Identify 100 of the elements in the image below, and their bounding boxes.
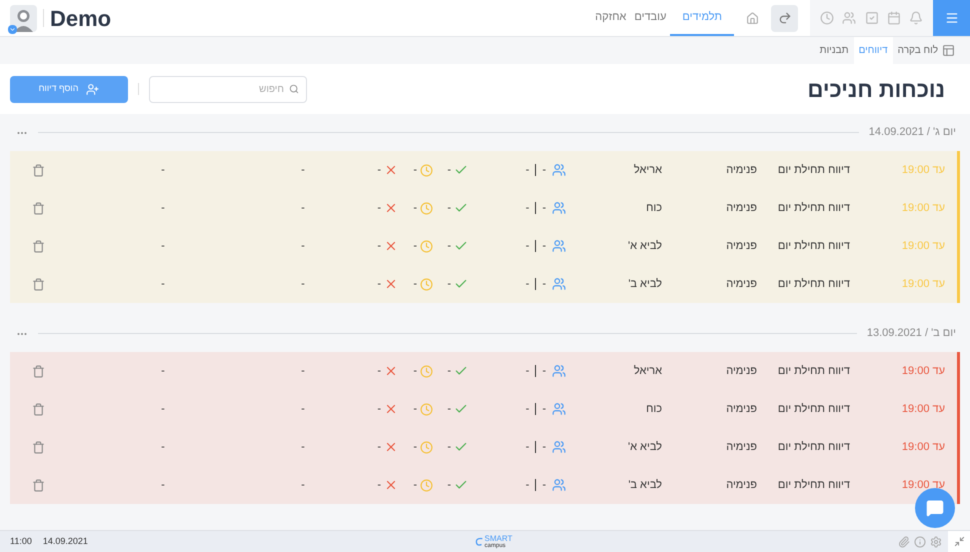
- deadline-text: עד 19:00: [902, 240, 945, 252]
- assigned-count: -: [542, 478, 546, 493]
- report-type: פנימיה: [726, 164, 757, 176]
- absent-count: -: [377, 364, 381, 379]
- absent-count: -: [377, 440, 381, 455]
- late-count: -: [413, 440, 417, 455]
- total-count: -: [526, 478, 530, 493]
- late-count: -: [413, 276, 417, 292]
- present-count: -: [447, 200, 451, 216]
- absent-count: -: [377, 238, 381, 254]
- group-name: כוח: [646, 402, 662, 415]
- sub-tab[interactable]: תבניות: [814, 37, 854, 64]
- total-count: -: [526, 200, 530, 216]
- nav-tab[interactable]: עובדים: [630, 0, 670, 36]
- table-cell: -: [301, 478, 305, 491]
- table-cell: -: [161, 240, 165, 252]
- total-count: -: [526, 276, 530, 292]
- absent-count: -: [377, 276, 381, 292]
- present-count: -: [447, 478, 451, 493]
- report-row[interactable]: עד 19:00 דיווח תחילת יום פנימיה לביא ב' - - - - - - -: [10, 466, 960, 504]
- group-name: לביא א': [628, 440, 662, 453]
- report-name: דיווח תחילת יום: [778, 478, 850, 491]
- total-count: -: [526, 162, 530, 178]
- assigned-count: -: [542, 200, 546, 216]
- report-row[interactable]: עד 19:00 דיווח תחילת יום פנימיה כוח - - - - - - -: [10, 390, 960, 428]
- absent-count: -: [377, 478, 381, 493]
- table-cell: -: [161, 164, 165, 176]
- table-cell: -: [301, 402, 305, 415]
- report-name: דיווח תחילת יום: [778, 278, 850, 290]
- page-title: נוכחות חניכים: [807, 76, 945, 104]
- assigned-count: -: [542, 162, 546, 178]
- present-count: -: [447, 276, 451, 292]
- table-cell: -: [301, 278, 305, 290]
- deadline-text: עד 19:00: [902, 478, 945, 491]
- report-type: פנימיה: [726, 440, 757, 453]
- report-row[interactable]: עד 19:00 דיווח תחילת יום פנימיה כוח - - - - - - -: [10, 189, 960, 227]
- total-count: -: [526, 238, 530, 254]
- assigned-count: -: [542, 364, 546, 379]
- report-type: פנימיה: [726, 202, 757, 214]
- report-row[interactable]: עד 19:00 דיווח תחילת יום פנימיה לביא א' - - - - - - -: [10, 428, 960, 466]
- late-count: -: [413, 364, 417, 379]
- table-cell: -: [161, 478, 165, 491]
- report-name: דיווח תחילת יום: [778, 240, 850, 252]
- report-row[interactable]: עד 19:00 דיווח תחילת יום פנימיה לביא ב' - - - - - - -: [10, 265, 960, 303]
- report-type: פנימיה: [726, 478, 757, 491]
- report-name: דיווח תחילת יום: [778, 202, 850, 214]
- table-cell: -: [161, 440, 165, 453]
- group-name: לביא ב': [628, 478, 662, 491]
- late-count: -: [413, 200, 417, 216]
- present-count: -: [447, 162, 451, 178]
- date-heading: יום ב' / 13.09.2021: [866, 326, 956, 342]
- deadline-text: עד 19:00: [902, 440, 945, 453]
- total-count: -: [526, 440, 530, 455]
- status-time: 11:00: [10, 534, 32, 548]
- table-cell: -: [301, 364, 305, 377]
- deadline-text: עד 19:00: [902, 402, 945, 415]
- report-type: פנימיה: [726, 240, 757, 252]
- report-type: פנימיה: [726, 364, 757, 377]
- sub-tab[interactable]: לוח בקרה: [892, 37, 960, 64]
- report-row[interactable]: עד 19:00 דיווח תחילת יום פנימיה אריאל - - - - - - -: [10, 151, 960, 189]
- search-field[interactable]: חיפוש: [149, 76, 307, 102]
- present-count: -: [447, 238, 451, 254]
- table-cell: -: [161, 364, 165, 377]
- nav-tab[interactable]: אחזקה: [591, 0, 630, 36]
- group-name: אריאל: [634, 164, 662, 176]
- absent-count: -: [377, 200, 381, 216]
- report-row[interactable]: עד 19:00 דיווח תחילת יום פנימיה אריאל - - - - - - -: [10, 352, 960, 390]
- assigned-count: -: [542, 402, 546, 417]
- date-heading: יום ג' / 14.09.2021: [868, 125, 956, 140]
- report-name: דיווח תחילת יום: [778, 440, 850, 453]
- table-cell: -: [161, 402, 165, 415]
- app-title: Demo: [50, 4, 112, 32]
- group-name: לביא ב': [628, 278, 662, 290]
- table-cell: -: [301, 164, 305, 176]
- assigned-count: -: [542, 238, 546, 254]
- late-count: -: [413, 402, 417, 417]
- late-count: -: [413, 238, 417, 254]
- table-cell: -: [301, 202, 305, 214]
- assigned-count: -: [542, 440, 546, 455]
- absent-count: -: [377, 162, 381, 178]
- deadline-text: עד 19:00: [902, 278, 945, 290]
- group-name: לביא א': [628, 240, 662, 252]
- status-date: 14.09.2021: [42, 534, 88, 548]
- report-type: פנימיה: [726, 278, 757, 290]
- present-count: -: [447, 402, 451, 417]
- report-name: דיווח תחילת יום: [778, 164, 850, 176]
- table-cell: -: [301, 440, 305, 453]
- group-name: אריאל: [634, 364, 662, 377]
- table-cell: -: [161, 202, 165, 214]
- total-count: -: [526, 364, 530, 379]
- deadline-text: עד 19:00: [902, 202, 945, 214]
- report-name: דיווח תחילת יום: [778, 364, 850, 377]
- present-count: -: [447, 364, 451, 379]
- deadline-text: עד 19:00: [902, 164, 945, 176]
- late-count: -: [413, 162, 417, 178]
- absent-count: -: [377, 402, 381, 417]
- report-row[interactable]: עד 19:00 דיווח תחילת יום פנימיה לביא א' - - - - - - -: [10, 227, 960, 265]
- table-cell: -: [161, 278, 165, 290]
- late-count: -: [413, 478, 417, 493]
- present-count: -: [447, 440, 451, 455]
